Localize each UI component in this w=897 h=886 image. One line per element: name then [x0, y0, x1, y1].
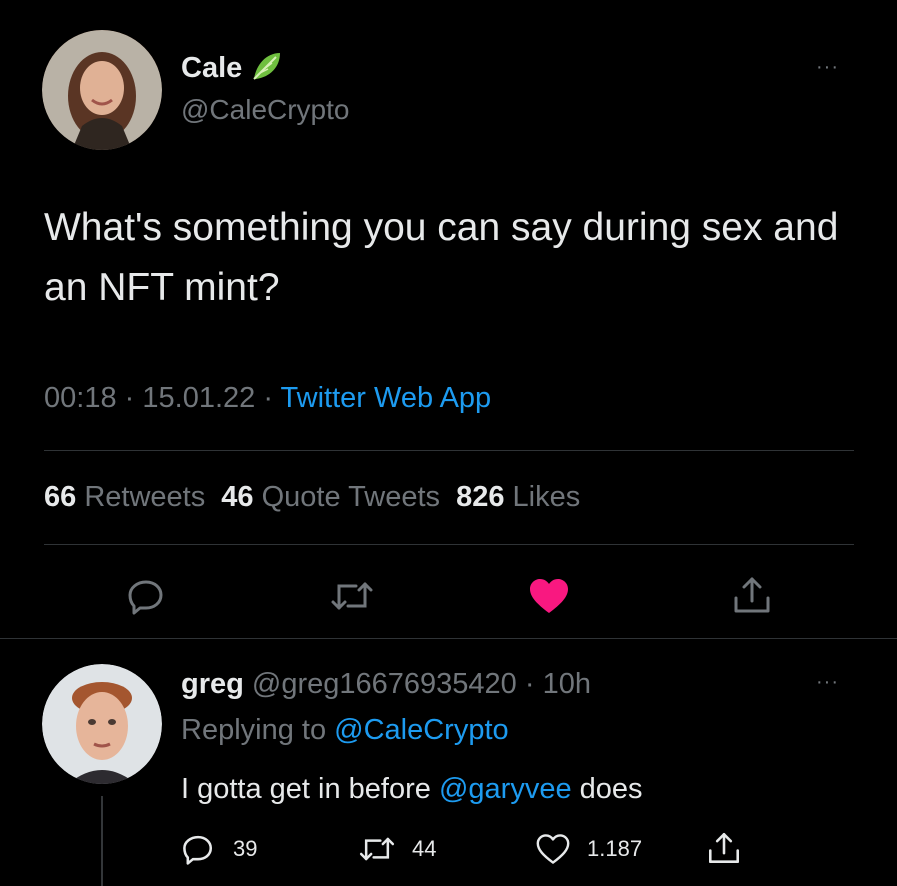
like-count: 1.187 — [587, 836, 643, 861]
likes-label: Likes — [512, 481, 581, 513]
avatar-portrait-icon — [42, 664, 162, 784]
share-icon[interactable] — [731, 574, 773, 616]
author-name[interactable]: Cale — [181, 52, 242, 85]
meta-separator: · — [524, 668, 535, 700]
more-options-icon[interactable]: ··· — [816, 57, 839, 77]
tweet-stats: 66 Retweets 46 Quote Tweets 826 Likes — [44, 481, 580, 514]
reply-author-avatar[interactable] — [42, 664, 162, 784]
reply-age[interactable]: 10h — [543, 668, 591, 700]
reply-author-name[interactable]: greg — [181, 668, 244, 700]
replying-to: Replying to @CaleCrypto — [181, 714, 509, 747]
reply-author-handle[interactable]: @greg16676935420 — [252, 668, 517, 700]
tweet-time[interactable]: 00:18 — [44, 382, 117, 414]
reply-icon — [181, 832, 215, 866]
replying-to-label: Replying to — [181, 714, 327, 746]
retweet-count: 44 — [412, 836, 437, 861]
share-icon[interactable] — [706, 830, 742, 866]
reply-text: I gotta get in before @garyvee does — [181, 773, 643, 806]
reply-header: greg @greg16676935420 · 10h — [181, 668, 591, 701]
avatar-portrait-icon — [42, 30, 162, 150]
reply-icon[interactable] — [126, 576, 166, 616]
divider — [44, 544, 854, 545]
meta-separator: · — [263, 382, 273, 414]
likes-count: 826 — [456, 481, 505, 513]
tweet-source[interactable]: Twitter Web App — [281, 382, 492, 414]
likes-stat[interactable]: 826 Likes — [456, 481, 580, 513]
retweets-label: Retweets — [84, 481, 206, 513]
more-options-icon[interactable]: ··· — [816, 672, 839, 692]
heart-outline-icon — [535, 833, 571, 865]
divider — [0, 638, 897, 639]
reply-count: 39 — [233, 836, 258, 861]
retweets-stat[interactable]: 66 Retweets — [44, 481, 213, 513]
liked-heart-icon[interactable] — [527, 576, 571, 616]
tweet-text: What's something you can say during sex … — [44, 206, 839, 309]
reply-text-after: does — [579, 773, 643, 805]
tweet-meta: 00:18 · 15.01.22 · Twitter Web App — [44, 382, 491, 415]
reply-reply-button[interactable]: 39 — [181, 832, 257, 866]
quotes-count: 46 — [221, 481, 254, 513]
leafy-green-icon — [250, 49, 284, 88]
quotes-stat[interactable]: 46 Quote Tweets — [221, 481, 448, 513]
thread-line — [101, 796, 103, 886]
retweet-icon[interactable] — [330, 578, 374, 614]
retweet-icon — [358, 834, 396, 864]
author-handle[interactable]: @CaleCrypto — [181, 94, 349, 126]
reply-retweet-button[interactable]: 44 — [358, 834, 436, 864]
replying-to-handle[interactable]: @CaleCrypto — [334, 714, 509, 746]
retweets-count: 66 — [44, 481, 77, 513]
reply-like-button[interactable]: 1.187 — [535, 833, 642, 865]
reply-text-before: I gotta get in before — [181, 773, 431, 805]
divider — [44, 450, 854, 451]
quotes-label: Quote Tweets — [261, 481, 441, 513]
author-name-row: Cale — [181, 50, 284, 86]
reply-mention[interactable]: @garyvee — [439, 773, 572, 805]
tweet-date[interactable]: 15.01.22 — [142, 382, 255, 414]
meta-separator: · — [124, 382, 135, 414]
author-avatar[interactable] — [42, 30, 162, 150]
